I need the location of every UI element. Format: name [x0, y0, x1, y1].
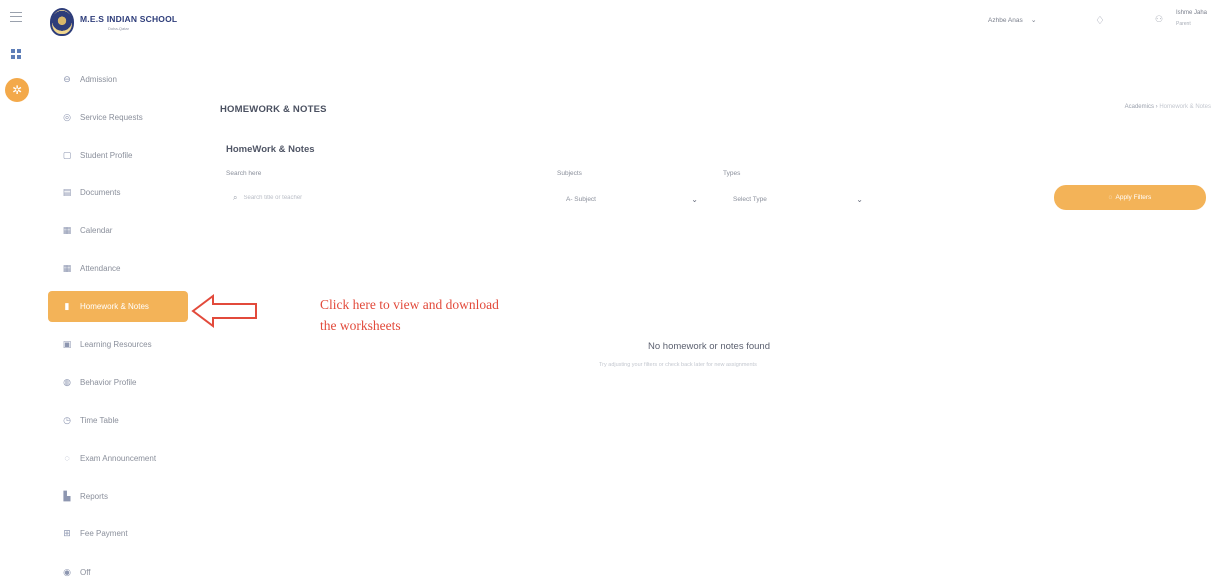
types-label: Types	[723, 170, 741, 177]
book-icon: ▮	[64, 301, 70, 311]
school-name: M.E.S INDIAN SCHOOL	[80, 13, 178, 24]
sidebar-item-reports[interactable]: ▙ Reports	[48, 481, 188, 511]
sidebar-item-label: Calendar	[80, 225, 113, 235]
sidebar-item-label: Fee Payment	[80, 528, 128, 538]
type-select[interactable]: Select Type ⌄	[733, 190, 863, 208]
sidebar-item-label: Behavior Profile	[80, 377, 137, 387]
sidebar-item-label: Documents	[80, 187, 121, 197]
admission-icon: ⊖	[63, 73, 71, 84]
attendance-icon: ▦	[62, 262, 72, 273]
sidebar-item-documents[interactable]: ▤ Documents	[48, 177, 188, 207]
subjects-label: Subjects	[557, 170, 582, 177]
filter-icon: ◌	[1108, 194, 1113, 201]
sidebar-item-label: Exam Announcement	[80, 453, 157, 463]
sidebar-item-label: Admission	[80, 74, 117, 84]
subject-select-value: A- Subject	[566, 195, 596, 203]
sidebar-item-admission[interactable]: ⊖ Admission	[48, 64, 188, 94]
empty-state-subtitle: Try adjusting your filters or check back…	[599, 362, 757, 368]
sidebar-item-label: Homework & Notes	[80, 302, 149, 311]
sidebar-item-student-profile[interactable]: ▢ Student Profile	[48, 140, 188, 170]
subject-select[interactable]: A- Subject ⌄	[566, 190, 698, 208]
breadcrumb-current: Homework & Notes	[1159, 104, 1211, 110]
user-role: Parent	[1176, 21, 1191, 27]
sidebar-item-homework-notes[interactable]: ▮ Homework & Notes	[48, 291, 188, 322]
child-selector-label: Azhbe Anas	[988, 17, 1023, 24]
apps-icon[interactable]: ✲	[5, 78, 29, 102]
apply-filters-label: Apply Filters	[1115, 194, 1152, 201]
breadcrumb-parent[interactable]: Academics	[1125, 104, 1154, 110]
sidebar-item-calendar[interactable]: ▦ Calendar	[48, 215, 188, 245]
school-tagline: Doha-Qatar	[108, 25, 129, 31]
user-name: Ishme Jaha	[1176, 10, 1208, 16]
search-label: Search here	[226, 170, 262, 177]
sidebar-item-label: Attendance	[80, 263, 121, 273]
documents-icon: ▤	[62, 186, 72, 197]
sidebar-item-label: Service Requests	[80, 112, 143, 122]
calendar-icon: ▦	[62, 224, 72, 235]
sidebar-item-label: Learning Resources	[80, 339, 152, 349]
hamburger-icon[interactable]	[10, 12, 22, 22]
chevron-down-icon: ⌄	[691, 194, 698, 204]
school-logo[interactable]: M.E.S INDIAN SCHOOL Doha-Qatar	[50, 8, 177, 36]
grid-icon[interactable]	[11, 49, 22, 60]
chevron-down-icon: ⌄	[856, 194, 863, 204]
icon-rail: ✲	[0, 0, 34, 579]
sidebar-item-time-table[interactable]: ◷ Time Table	[48, 405, 188, 435]
sidebar-item-attendance[interactable]: ▦ Attendance	[48, 253, 188, 283]
sidebar-item-label: Reports	[80, 491, 109, 501]
sidebar-item-off[interactable]: ◉ Off	[48, 557, 188, 579]
bell-icon: ◌	[64, 453, 70, 463]
reports-icon: ▙	[63, 490, 71, 501]
bulb-icon[interactable]: ♢	[1095, 14, 1105, 27]
breadcrumb: Academics › Homework & Notes	[1125, 104, 1211, 110]
annotation-note: Click here to view and download the work…	[320, 294, 499, 336]
sidebar-item-exam-announcement[interactable]: ◌ Exam Announcement	[48, 443, 188, 473]
off-icon: ◉	[63, 566, 71, 577]
clock-icon: ◷	[63, 414, 71, 425]
profile-icon: ▢	[62, 149, 72, 160]
sidebar-item-label: Off	[80, 567, 91, 577]
annotation-arrow-icon	[191, 294, 257, 328]
search-field[interactable]: ⌕	[226, 188, 526, 208]
empty-state-title: No homework or notes found	[648, 341, 770, 352]
search-input[interactable]	[243, 195, 444, 201]
child-selector[interactable]: Azhbe Anas ⌄	[988, 16, 1037, 24]
behavior-icon: ◍	[63, 376, 71, 387]
annotation-line-2: the worksheets	[320, 318, 401, 333]
chevron-down-icon: ⌄	[1030, 17, 1037, 24]
sidebar-item-fee-payment[interactable]: ⊞ Fee Payment	[48, 518, 188, 548]
gift-icon: ⊞	[63, 527, 71, 538]
type-select-value: Select Type	[733, 195, 767, 203]
service-icon: ◎	[63, 111, 71, 122]
sidebar-item-behavior-profile[interactable]: ◍ Behavior Profile	[48, 367, 188, 397]
page-title: HOMEWORK & NOTES	[220, 104, 327, 115]
sidebar-item-service-requests[interactable]: ◎ Service Requests	[48, 102, 188, 132]
annotation-line-1: Click here to view and download	[320, 297, 499, 312]
search-icon: ⌕	[233, 193, 238, 202]
avatar[interactable]: ⚇	[1155, 14, 1163, 25]
apply-filters-button[interactable]: ◌ Apply Filters	[1054, 185, 1206, 210]
sidebar-item-learning-resources[interactable]: ▣ Learning Resources	[48, 329, 188, 359]
section-title: HomeWork & Notes	[226, 144, 315, 155]
sidebar-item-label: Time Table	[80, 415, 119, 425]
sidebar-item-label: Student Profile	[80, 150, 133, 160]
school-crest-icon	[50, 8, 74, 36]
resources-icon: ▣	[62, 338, 72, 349]
